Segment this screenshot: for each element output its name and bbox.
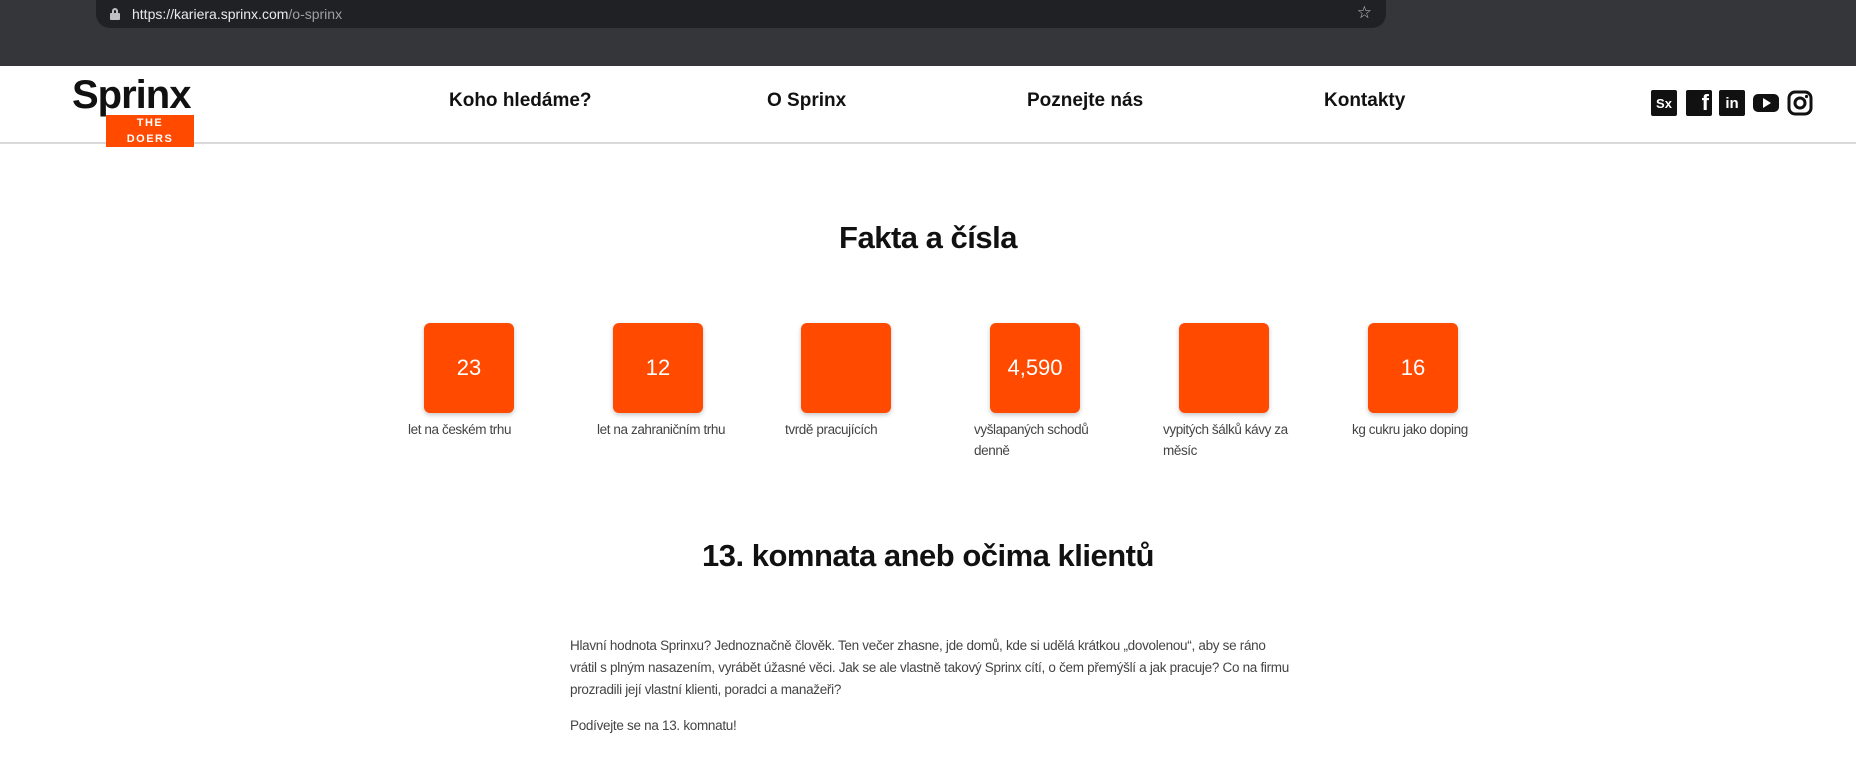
facts-title: Fakta a čísla — [839, 220, 1017, 255]
fact-item: vypitých šálků kávy za měsíc — [1163, 323, 1293, 461]
fact-value: 12 — [613, 323, 703, 413]
sprinx-logo[interactable]: Sprinx THE DOERS — [72, 73, 197, 147]
fact-label: vypitých šálků kávy za měsíc — [1163, 422, 1288, 458]
fact-label: kg cukru jako doping — [1352, 422, 1468, 437]
address-bar[interactable]: https://kariera.sprinx.com/o-sprinx ☆ — [96, 0, 1386, 28]
nav-poznejte-nas[interactable]: Poznejte nás — [1027, 90, 1143, 112]
clients-title: 13. komnata aneb očima klientů — [702, 538, 1154, 573]
logo-word: Sprinx — [72, 73, 191, 117]
instagram-icon[interactable] — [1787, 90, 1813, 116]
fact-value: 16 — [1368, 323, 1458, 413]
fact-value: 4,590 — [990, 323, 1080, 413]
logo-tagline: THE DOERS — [106, 115, 194, 147]
site-header: Sprinx THE DOERS Koho hledáme? O Sprinx … — [0, 66, 1856, 147]
clients-paragraph: Hlavní hodnota Sprinxu? Jednoznačně člov… — [570, 638, 1289, 697]
sx-icon[interactable]: Sx — [1651, 90, 1677, 116]
nav-kontakty[interactable]: Kontakty — [1324, 90, 1405, 112]
nav-koho-hledame[interactable]: Koho hledáme? — [449, 90, 592, 112]
fact-label: tvrdě pracujících — [785, 422, 878, 437]
bookmark-star-icon[interactable]: ☆ — [1357, 3, 1372, 23]
nav-o-sprinx[interactable]: O Sprinx — [767, 90, 846, 112]
url-text[interactable]: https://kariera.sprinx.com/o-sprinx — [132, 6, 342, 22]
fact-value — [801, 323, 891, 413]
url-host: https://kariera.sprinx.com — [132, 6, 289, 22]
clients-cta-text: Podívejte se na 13. komnatu! — [570, 718, 737, 733]
youtube-icon[interactable] — [1753, 90, 1779, 116]
linkedin-icon[interactable]: in — [1719, 90, 1745, 116]
fact-label: let na zahraničním trhu — [597, 422, 726, 437]
lock-icon[interactable] — [110, 8, 120, 20]
fact-value — [1179, 323, 1269, 413]
fact-item: 16 kg cukru jako doping — [1352, 323, 1482, 440]
fact-item: 12 let na zahraničním trhu — [597, 323, 727, 440]
fact-label: let na českém trhu — [408, 422, 512, 437]
url-path: /o-sprinx — [288, 6, 343, 22]
facebook-icon[interactable]: f — [1686, 90, 1712, 116]
fact-item: 23 let na českém trhu — [408, 323, 538, 440]
fact-item: tvrdě pracujících — [785, 323, 915, 440]
fact-label: vyšlapaných schodů denně — [974, 422, 1089, 458]
fact-value: 23 — [424, 323, 514, 413]
fact-item: 4,590 vyšlapaných schodů denně — [974, 323, 1104, 461]
browser-toolbar: https://kariera.sprinx.com/o-sprinx ☆ — [0, 0, 1856, 66]
